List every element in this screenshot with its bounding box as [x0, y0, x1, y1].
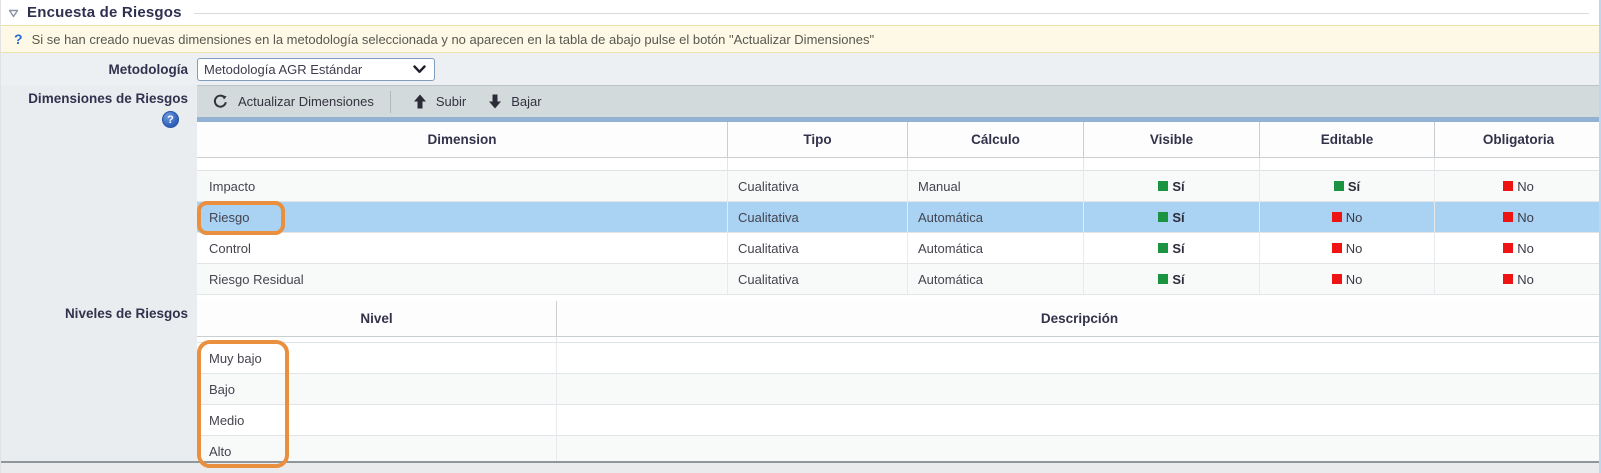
cell-editable: No — [1260, 264, 1435, 295]
column-header-visible: Visible — [1084, 122, 1260, 158]
panel-header: Encuesta de Riesgos — [1, 0, 1599, 25]
cell-nivel: Bajo — [197, 374, 557, 405]
niveles-section: Nivel Descripción Muy bajo Bajo Medio Al… — [197, 301, 1601, 467]
cell-dimension: Riesgo Residual — [197, 264, 728, 295]
cell-visible: Sí — [1084, 233, 1260, 264]
cell-visible: Sí — [1084, 171, 1260, 202]
cell-tipo: Cualitativa — [728, 171, 908, 202]
column-header-editable: Editable — [1260, 122, 1435, 158]
cell-obligatoria: No — [1435, 264, 1601, 295]
encuesta-de-riesgos-panel: Encuesta de Riesgos ? Si se han creado n… — [0, 0, 1601, 473]
cell-visible: Sí — [1084, 264, 1260, 295]
metodologia-label: Metodología — [1, 62, 197, 77]
collapse-triangle-icon[interactable] — [8, 9, 19, 18]
status-square — [1332, 212, 1342, 222]
cell-dimension: Riesgo — [197, 202, 728, 233]
table-row-medio[interactable]: Medio — [197, 405, 1601, 436]
cell-tipo: Cualitativa — [728, 233, 908, 264]
cell-editable: Sí — [1260, 171, 1435, 202]
cell-editable: No — [1260, 233, 1435, 264]
table-row-bajo[interactable]: Bajo — [197, 374, 1601, 405]
metodologia-selected-value: Metodología AGR Estándar — [204, 62, 413, 77]
dimensiones-section: Actualizar Dimensiones Subir Bajar — [197, 85, 1601, 295]
dimensiones-label: Dimensiones de Riesgos — [1, 91, 197, 106]
subir-button[interactable]: Subir — [413, 94, 466, 109]
refresh-icon — [212, 93, 229, 110]
cell-obligatoria: No — [1435, 233, 1601, 264]
column-header-obligatoria: Obligatoria — [1435, 122, 1601, 158]
left-label-column — [1, 85, 197, 461]
help-question-icon: ? — [14, 31, 23, 47]
cell-descripcion — [557, 405, 1601, 436]
cell-tipo: Cualitativa — [728, 264, 908, 295]
info-banner-text: Si se han creado nuevas dimensiones en l… — [32, 32, 875, 47]
status-square — [1503, 274, 1513, 284]
column-header-tipo: Tipo — [728, 122, 908, 158]
cell-obligatoria: No — [1435, 171, 1601, 202]
niveles-label: Niveles de Riesgos — [1, 306, 197, 321]
cell-calculo: Automática — [908, 202, 1084, 233]
table-row-impacto[interactable]: Impacto Cualitativa Manual Sí Sí No — [197, 171, 1601, 202]
status-square — [1158, 212, 1168, 222]
cell-nivel: Muy bajo — [197, 343, 557, 374]
info-banner: ? Si se han creado nuevas dimensiones en… — [1, 25, 1599, 53]
cell-visible: Sí — [1084, 202, 1260, 233]
dimensiones-table-header: Dimension Tipo Cálculo Visible Editable … — [197, 122, 1601, 158]
column-header-nivel: Nivel — [197, 301, 557, 337]
table-row-control[interactable]: Control Cualitativa Automática Sí No No — [197, 233, 1601, 264]
cell-dimension: Impacto — [197, 171, 728, 202]
help-icon[interactable]: ? — [162, 111, 179, 128]
cell-dimension: Control — [197, 233, 728, 264]
subir-label: Subir — [436, 94, 466, 109]
column-header-descripcion: Descripción — [557, 301, 1601, 337]
cell-calculo: Manual — [908, 171, 1084, 202]
metodologia-row: Metodología Metodología AGR Estándar — [1, 53, 1599, 85]
panel-title: Encuesta de Riesgos — [27, 4, 182, 21]
cell-obligatoria: No — [1435, 202, 1601, 233]
niveles-table-header: Nivel Descripción — [197, 301, 1601, 337]
column-header-dimension: Dimension — [197, 122, 728, 158]
cell-tipo: Cualitativa — [728, 202, 908, 233]
bajar-button[interactable]: Bajar — [488, 94, 541, 109]
chevron-down-icon — [413, 65, 426, 74]
status-square — [1332, 243, 1342, 253]
column-header-calculo: Cálculo — [908, 122, 1084, 158]
cell-descripcion — [557, 374, 1601, 405]
status-square — [1332, 274, 1342, 284]
arrow-up-icon — [413, 94, 427, 109]
cell-nivel: Medio — [197, 405, 557, 436]
cell-calculo: Automática — [908, 264, 1084, 295]
arrow-down-icon — [488, 94, 502, 109]
table-row-muy-bajo[interactable]: Muy bajo — [197, 343, 1601, 374]
status-square — [1503, 243, 1513, 253]
status-square — [1503, 212, 1513, 222]
metodologia-select[interactable]: Metodología AGR Estándar — [197, 58, 435, 81]
cell-calculo: Automática — [908, 233, 1084, 264]
status-square — [1334, 181, 1344, 191]
actualizar-dimensiones-button[interactable]: Actualizar Dimensiones — [212, 93, 374, 110]
status-square — [1503, 181, 1513, 191]
status-square — [1158, 243, 1168, 253]
table-row-riesgo[interactable]: Riesgo Cualitativa Automática Sí No No — [197, 202, 1601, 233]
cell-descripcion — [557, 343, 1601, 374]
page-background-strip — [1, 463, 1601, 473]
table-spacer-row — [197, 158, 1601, 171]
cell-editable: No — [1260, 202, 1435, 233]
actualizar-dimensiones-label: Actualizar Dimensiones — [238, 94, 374, 109]
bajar-label: Bajar — [511, 94, 541, 109]
panel-body: Dimensiones de Riesgos ? Niveles de Ries… — [1, 85, 1601, 461]
toolbar-separator — [390, 91, 391, 113]
status-square — [1158, 181, 1168, 191]
legend-divider — [194, 13, 1589, 14]
status-square — [1158, 274, 1168, 284]
dimensiones-toolbar: Actualizar Dimensiones Subir Bajar — [197, 85, 1601, 117]
table-row-riesgo-residual[interactable]: Riesgo Residual Cualitativa Automática S… — [197, 264, 1601, 295]
